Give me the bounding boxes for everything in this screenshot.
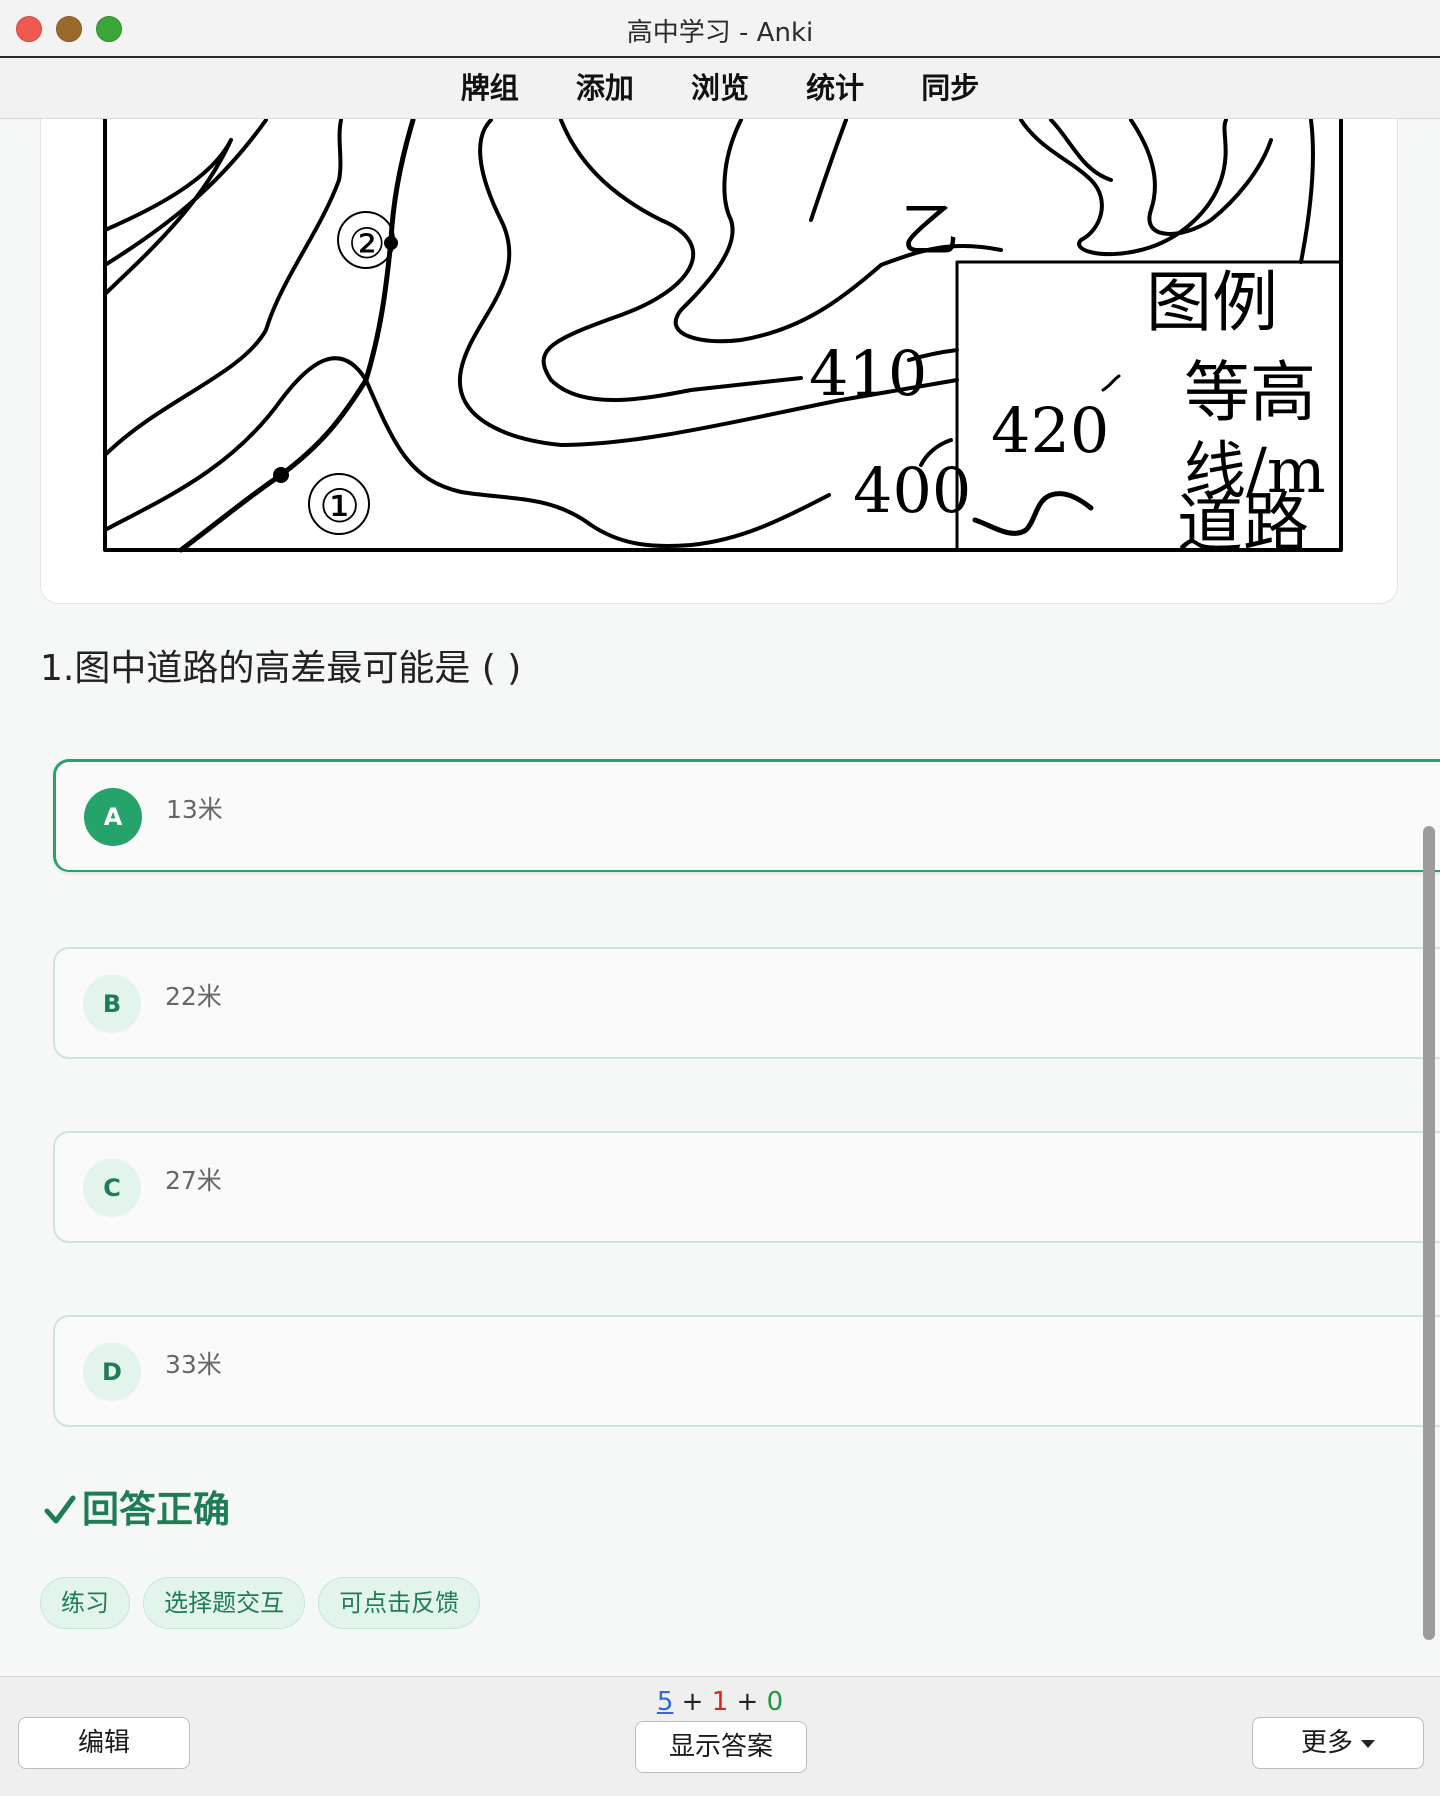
- contour-line: [103, 138, 233, 296]
- chevron-down-icon: [1361, 1739, 1375, 1748]
- top-nav: 牌组 添加 浏览 统计 同步: [0, 58, 1440, 119]
- title-bar: 高中学习 - Anki: [0, 0, 1440, 58]
- window-title: 高中学习 - Anki: [626, 18, 814, 48]
- option-d[interactable]: D 33米: [53, 1315, 1440, 1427]
- tag-list: 练习 选择题交互 可点击反馈: [40, 1577, 488, 1629]
- option-b[interactable]: B 22米: [53, 947, 1440, 1059]
- road-line: [178, 119, 416, 553]
- nav-stats[interactable]: 统计: [806, 58, 864, 118]
- legend-contour-symbol: [1101, 374, 1121, 392]
- review-counts: 5 + 1 + 0: [0, 1687, 1440, 1717]
- result-message: 回答正确: [44, 1479, 230, 1533]
- option-a-text: 13米: [166, 795, 223, 824]
- figure-card: ② ① 乙 410 420 400 图例 等高 线/m 道路: [40, 119, 1398, 604]
- question-text: 1.图中道路的高差最可能是 ( ): [40, 648, 522, 689]
- bottom-bar: 5 + 1 + 0 编辑 显示答案 更多: [0, 1676, 1440, 1796]
- label-point-1: ①: [319, 479, 360, 533]
- nav-add[interactable]: 添加: [576, 58, 634, 118]
- contour-line: [1129, 119, 1273, 236]
- more-button-label: 更多: [1300, 1728, 1353, 1758]
- count-learn: 1: [711, 1687, 729, 1717]
- option-c-text: 27米: [165, 1166, 222, 1195]
- road-point-2: [384, 236, 398, 250]
- nav-browse[interactable]: 浏览: [691, 58, 749, 118]
- option-b-text: 22米: [165, 982, 222, 1011]
- option-b-badge: B: [83, 975, 141, 1033]
- road-point-1: [273, 467, 289, 483]
- check-icon: [44, 1495, 76, 1524]
- nav-sync[interactable]: 同步: [921, 58, 979, 118]
- option-c-badge: C: [83, 1159, 141, 1217]
- contour-label-400: 400: [853, 454, 971, 527]
- count-separator: +: [681, 1687, 704, 1717]
- contour-line: [1299, 119, 1315, 264]
- show-answer-button[interactable]: 显示答案: [635, 1721, 807, 1773]
- card-content: ② ① 乙 410 420 400 图例 等高 线/m 道路 1.图中道路的高差…: [0, 119, 1440, 1675]
- option-d-badge: D: [83, 1343, 141, 1401]
- contour-line: [541, 119, 803, 402]
- label-yi: 乙: [901, 196, 959, 264]
- vertical-scrollbar[interactable]: [1423, 826, 1435, 1640]
- result-text: 回答正确: [82, 1488, 230, 1531]
- nav-decks[interactable]: 牌组: [461, 58, 519, 118]
- anki-window: 高中学习 - Anki 牌组 添加 浏览 统计 同步 ② ① 乙 410 420…: [0, 0, 1440, 1796]
- edit-button[interactable]: 编辑: [18, 1717, 190, 1769]
- count-new[interactable]: 5: [657, 1687, 674, 1717]
- tag-choice-interaction[interactable]: 选择题交互: [143, 1577, 306, 1629]
- option-d-text: 33米: [165, 1350, 222, 1379]
- count-review: 0: [766, 1687, 784, 1717]
- contour-line: [809, 119, 848, 222]
- tag-practice[interactable]: 练习: [40, 1577, 130, 1629]
- legend-road-label: 道路: [1177, 485, 1309, 562]
- option-a-badge: A: [84, 788, 142, 846]
- contour-line: [103, 119, 268, 267]
- tag-clickable-feedback[interactable]: 可点击反馈: [318, 1577, 481, 1629]
- more-button[interactable]: 更多: [1252, 1717, 1424, 1769]
- option-a[interactable]: A 13米: [53, 759, 1440, 872]
- contour-label-420: 420: [991, 394, 1109, 467]
- edit-button-label: 编辑: [77, 1728, 130, 1758]
- contour-line: [1019, 119, 1228, 257]
- contour-label-410: 410: [809, 337, 927, 410]
- show-answer-label: 显示答案: [668, 1732, 773, 1762]
- legend-contour-label: 等高: [1184, 354, 1316, 431]
- legend-road-symbol: [972, 491, 1094, 536]
- option-c[interactable]: C 27米: [53, 1131, 1440, 1243]
- label-point-2: ②: [348, 219, 386, 268]
- count-separator: +: [736, 1687, 759, 1717]
- contour-map: ② ① 乙 410 420 400 图例 等高 线/m 道路: [103, 119, 1343, 562]
- legend-title: 图例: [1146, 264, 1278, 341]
